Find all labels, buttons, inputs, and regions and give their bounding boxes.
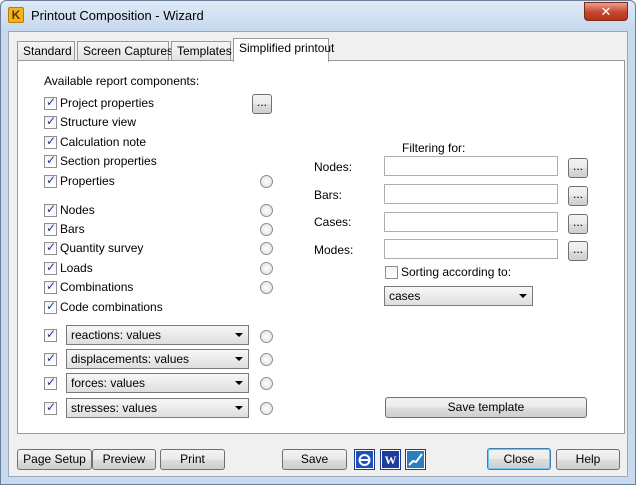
displacements-select[interactable]: displacements: values <box>66 349 249 369</box>
checkbox-nodes[interactable] <box>44 202 57 217</box>
forces-select[interactable]: forces: values <box>66 373 249 393</box>
radio-bars[interactable] <box>260 223 273 236</box>
reactions-select[interactable]: reactions: values <box>66 325 249 345</box>
radio-nodes[interactable] <box>260 204 273 217</box>
checkbox-forces[interactable] <box>44 375 57 390</box>
label-filter-cases: Cases: <box>314 215 352 229</box>
internet-explorer-icon[interactable] <box>354 449 375 470</box>
checkbox-sorting[interactable] <box>385 266 398 279</box>
save-template-button[interactable]: Save template <box>385 397 587 418</box>
wizard-window: K Printout Composition - Wizard ✕ Standa… <box>0 0 636 485</box>
label-loads: Loads <box>60 261 93 275</box>
checkbox-stresses[interactable] <box>44 400 57 415</box>
help-button[interactable]: Help <box>556 449 620 470</box>
simplified-printout-panel: Available report components: Project pro… <box>17 60 625 434</box>
chevron-down-icon <box>519 294 527 298</box>
chevron-down-icon <box>235 333 243 337</box>
filter-nodes-input[interactable] <box>384 156 558 176</box>
label-code-combinations: Code combinations <box>60 300 163 314</box>
chevron-down-icon <box>235 381 243 385</box>
checkbox-properties[interactable] <box>44 173 57 188</box>
title-bar: K Printout Composition - Wizard ✕ <box>1 1 635 31</box>
filter-modes-ellipsis-button[interactable]: ... <box>568 241 588 261</box>
stresses-select-value: stresses: values <box>71 401 158 415</box>
print-button[interactable]: Print <box>160 449 225 470</box>
checkbox-quantity-survey[interactable] <box>44 240 57 255</box>
stresses-select[interactable]: stresses: values <box>66 398 249 418</box>
checkbox-bars[interactable] <box>44 221 57 236</box>
radio-stresses[interactable] <box>260 402 273 415</box>
tab-templates[interactable]: Templates <box>171 41 232 61</box>
close-button[interactable]: Close <box>487 448 551 470</box>
checkbox-reactions[interactable] <box>44 327 57 342</box>
available-components-heading: Available report components: <box>44 74 200 88</box>
reactions-select-value: reactions: values <box>71 328 162 342</box>
label-nodes: Nodes <box>60 203 95 217</box>
label-sorting: Sorting according to: <box>401 265 512 279</box>
label-section-properties: Section properties <box>60 154 157 168</box>
filter-bars-input[interactable] <box>384 184 558 204</box>
radio-reactions[interactable] <box>260 330 273 343</box>
svg-text:W: W <box>385 453 397 467</box>
page-setup-button[interactable]: Page Setup <box>17 449 92 470</box>
filter-modes-input[interactable] <box>384 239 558 259</box>
checkbox-calculation-note[interactable] <box>44 134 57 149</box>
save-button[interactable]: Save <box>282 449 347 470</box>
label-structure-view: Structure view <box>60 115 137 129</box>
sorting-select-value: cases <box>389 289 421 303</box>
project-properties-ellipsis-button[interactable]: ... <box>252 94 272 114</box>
radio-displacements[interactable] <box>260 353 273 366</box>
label-filter-nodes: Nodes: <box>314 160 353 174</box>
chart-icon[interactable] <box>405 449 426 470</box>
dialog-body: Standard Screen Captures Templates Simpl… <box>8 31 628 477</box>
forces-select-value: forces: values <box>71 376 146 390</box>
label-calculation-note: Calculation note <box>60 135 147 149</box>
radio-combinations[interactable] <box>260 281 273 294</box>
filter-nodes-ellipsis-button[interactable]: ... <box>568 158 588 178</box>
checkbox-code-combinations[interactable] <box>44 299 57 314</box>
label-bars: Bars <box>60 222 85 236</box>
filter-cases-input[interactable] <box>384 212 558 232</box>
label-combinations: Combinations <box>60 280 134 294</box>
radio-forces[interactable] <box>260 377 273 390</box>
word-icon[interactable]: W <box>380 449 401 470</box>
filter-bars-ellipsis-button[interactable]: ... <box>568 186 588 206</box>
tab-screen-captures[interactable]: Screen Captures <box>77 41 173 61</box>
checkbox-combinations[interactable] <box>44 279 57 294</box>
checkbox-structure-view[interactable] <box>44 114 57 129</box>
filter-cases-ellipsis-button[interactable]: ... <box>568 214 588 234</box>
chevron-down-icon <box>235 406 243 410</box>
radio-loads[interactable] <box>260 262 273 275</box>
app-logo-icon: K <box>8 7 24 23</box>
sorting-select[interactable]: cases <box>384 286 533 306</box>
tab-standard[interactable]: Standard <box>17 41 75 61</box>
displacements-select-value: displacements: values <box>71 352 190 366</box>
label-filter-modes: Modes: <box>314 243 354 257</box>
window-close-button[interactable]: ✕ <box>584 2 628 21</box>
label-quantity-survey: Quantity survey <box>60 241 144 255</box>
checkbox-project-properties[interactable] <box>44 95 57 110</box>
label-filter-bars: Bars: <box>314 188 343 202</box>
checkbox-loads[interactable] <box>44 260 57 275</box>
filtering-heading: Filtering for: <box>402 141 466 155</box>
radio-quantity-survey[interactable] <box>260 242 273 255</box>
window-title: Printout Composition - Wizard <box>31 8 204 23</box>
checkbox-section-properties[interactable] <box>44 153 57 168</box>
tab-simplified-printout[interactable]: Simplified printout <box>233 38 334 62</box>
label-properties: Properties <box>60 174 115 188</box>
preview-button[interactable]: Preview <box>92 449 156 470</box>
checkbox-displacements[interactable] <box>44 351 57 366</box>
label-project-properties: Project properties <box>60 96 155 110</box>
chevron-down-icon <box>235 357 243 361</box>
radio-properties[interactable] <box>260 175 273 188</box>
